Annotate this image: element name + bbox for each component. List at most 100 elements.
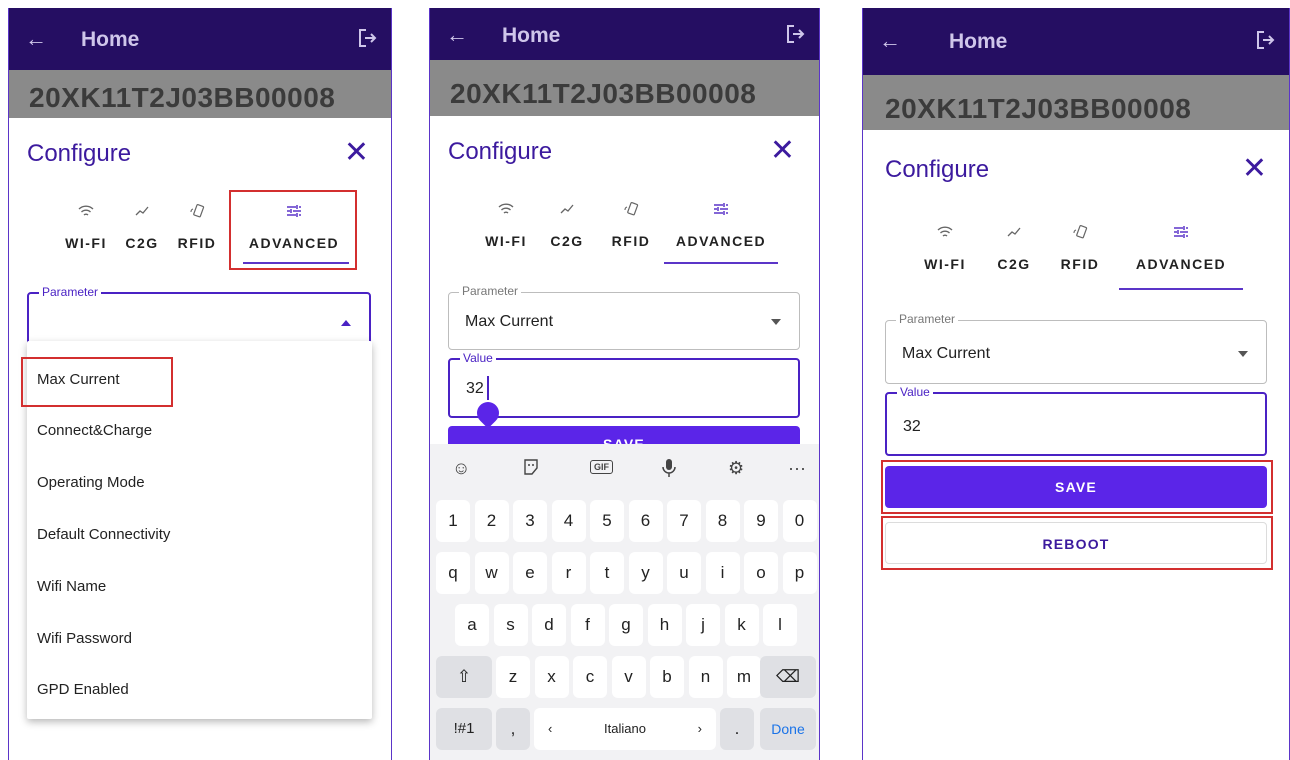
key-j[interactable]: j [686,604,720,646]
key-v[interactable]: v [611,656,646,698]
tab-advanced-label: ADVANCED [675,233,767,249]
key-1[interactable]: 1 [436,500,470,542]
space-left-arrow: ‹ [548,721,553,736]
menu-item-operating-mode[interactable]: Operating Mode [37,474,145,491]
key-f[interactable]: f [570,604,605,646]
highlight-advanced-tab [229,190,357,270]
key-l[interactable]: l [763,604,797,646]
key-9[interactable]: 9 [744,500,778,542]
key-5[interactable]: 5 [590,500,624,542]
gif-icon[interactable]: GIF [590,460,613,474]
tab-rfid-label: RFID [1060,256,1100,272]
settings-icon[interactable]: ⚙ [728,458,744,479]
emoji-icon[interactable]: ☺ [452,458,470,479]
parameter-select[interactable]: Parameter Max Current [885,312,1267,384]
key-e[interactable]: e [513,552,547,594]
menu-item-connect-charge[interactable]: Connect&Charge [37,422,152,439]
tab-advanced[interactable]: ADVANCED [1119,224,1243,272]
sticker-icon[interactable] [522,458,540,481]
key-h[interactable]: h [647,604,682,646]
tab-c2g[interactable]: C2G [991,224,1037,272]
tab-wifi[interactable]: WI-FI [61,203,111,251]
key-a[interactable]: a [455,604,489,646]
key-d[interactable]: d [532,604,566,646]
key-8[interactable]: 8 [705,500,740,542]
phone-screen-save-reboot: ← Home 20XK11T2J03BB00008 Configure ✕ WI… [862,8,1290,760]
chevron-down-icon [1238,351,1248,357]
logout-icon[interactable] [1255,30,1275,55]
key-w[interactable]: w [474,552,509,594]
key-7[interactable]: 7 [667,500,701,542]
device-serial: 20XK11T2J03BB00008 [29,82,336,113]
tab-c2g-label: C2G [550,233,584,249]
key-k[interactable]: k [724,604,759,646]
key-u[interactable]: u [667,552,701,594]
key-c[interactable]: c [573,656,607,698]
key-i[interactable]: i [705,552,740,594]
key-o[interactable]: o [744,552,778,594]
chart-line-icon [544,201,590,221]
menu-item-default-connectivity[interactable]: Default Connectivity [37,526,170,543]
done-key[interactable]: Done [760,708,816,750]
tab-wifi[interactable]: WI-FI [480,201,532,249]
tab-wifi[interactable]: WI-FI [919,224,971,272]
value-input[interactable]: Value 32 [885,385,1267,456]
key-m[interactable]: m [727,656,761,698]
key-s[interactable]: s [493,604,528,646]
arrow-left-icon[interactable]: ← [446,24,468,46]
key-6[interactable]: 6 [628,500,663,542]
menu-item-gpd-enabled[interactable]: GPD Enabled [37,681,129,698]
parameter-value: Max Current [465,313,554,330]
cursor-handle[interactable] [472,397,504,429]
logout-icon[interactable] [357,28,377,53]
tab-c2g[interactable]: C2G [119,203,165,251]
key-q[interactable]: q [436,552,470,594]
key-g[interactable]: g [609,604,643,646]
menu-item-wifi-name[interactable]: Wifi Name [37,578,106,595]
key-n[interactable]: n [688,656,723,698]
key-p[interactable]: p [782,552,817,594]
tab-rfid[interactable]: RFID [606,201,656,249]
text-cursor [487,376,489,400]
key-t[interactable]: t [590,552,624,594]
value-input[interactable]: Value 32 [448,351,800,429]
menu-item-wifi-password[interactable]: Wifi Password [37,630,132,647]
more-icon[interactable]: ··· [788,458,806,479]
close-icon[interactable]: ✕ [344,138,369,168]
tab-c2g-label: C2G [997,256,1031,272]
tab-advanced[interactable]: ADVANCED [664,201,778,249]
key-r[interactable]: r [551,552,586,594]
logout-icon[interactable] [785,24,805,49]
backspace-key[interactable]: ⌫ [760,656,816,698]
close-icon[interactable]: ✕ [770,136,795,166]
shift-key[interactable]: ⇧ [436,656,492,698]
configure-title: Configure [885,156,990,183]
wifi-icon [480,201,532,221]
configure-title: Configure [448,138,553,165]
symbols-key[interactable]: !#1 [436,708,492,750]
key-0[interactable]: 0 [782,500,817,542]
tab-rfid[interactable]: RFID [173,203,221,251]
tune-icon [1119,224,1243,244]
key-4[interactable]: 4 [551,500,586,542]
rfid-card-icon [173,203,221,223]
tab-c2g[interactable]: C2G [544,201,590,249]
value-label: Value [897,385,933,399]
parameter-select[interactable]: Parameter Max Current [448,284,800,350]
microphone-icon[interactable] [662,458,676,483]
key-b[interactable]: b [650,656,684,698]
key-2[interactable]: 2 [474,500,509,542]
arrow-left-icon[interactable]: ← [25,28,47,50]
key-y[interactable]: y [628,552,663,594]
app-bar: ← Home [863,8,1289,75]
comma-key[interactable]: , [496,708,530,750]
tab-rfid[interactable]: RFID [1055,224,1105,272]
key-z[interactable]: z [496,656,530,698]
key-x[interactable]: x [534,656,569,698]
period-key[interactable]: . [720,708,754,750]
phone-screen-value-entry: ← Home 20XK11T2J03BB00008 Configure ✕ WI… [429,8,820,760]
key-3[interactable]: 3 [513,500,547,542]
arrow-left-icon[interactable]: ← [879,30,901,52]
close-icon[interactable]: ✕ [1242,154,1267,184]
space-key[interactable]: ‹ Italiano › [534,708,716,750]
